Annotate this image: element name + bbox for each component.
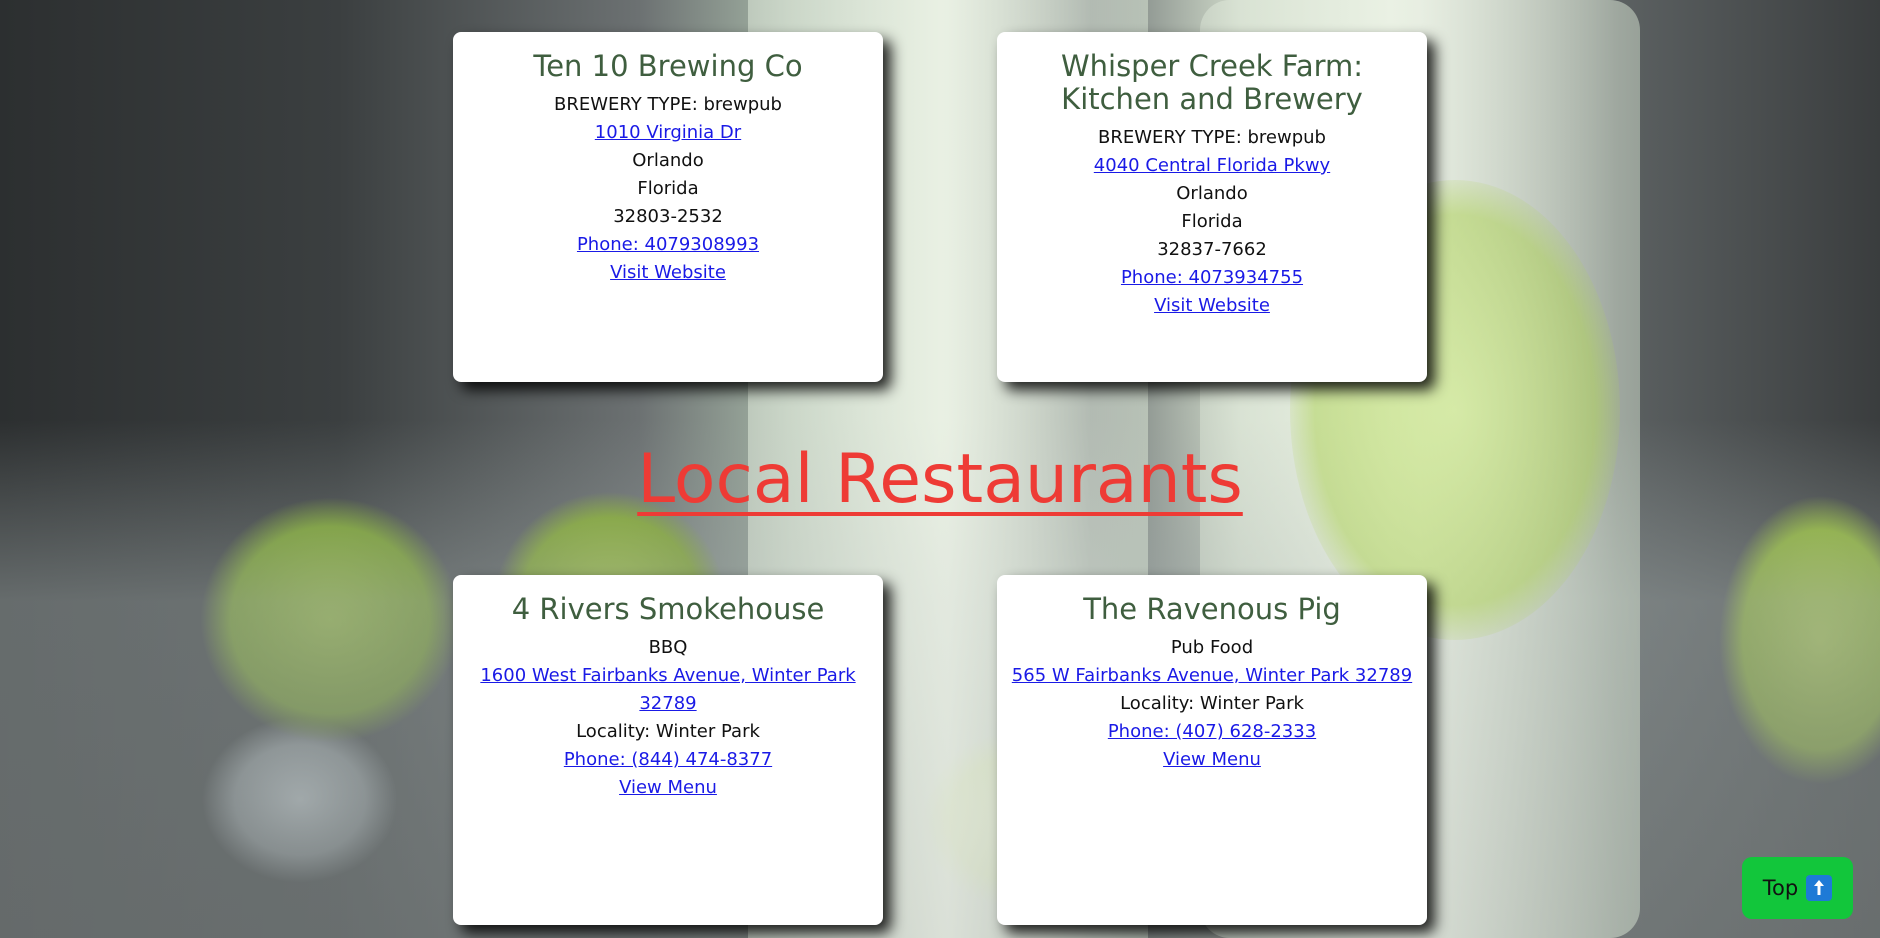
restaurant-address-link[interactable]: 565 W Fairbanks Avenue, Winter Park 3278… [997, 662, 1427, 690]
brewery-card: Whisper Creek Farm: Kitchen and Brewery … [997, 32, 1427, 382]
brewery-postal-code: 32803-2532 [613, 206, 723, 227]
brewery-street-link[interactable]: 1010 Virginia Dr [453, 119, 883, 147]
brewery-city: Orlando [1176, 183, 1248, 204]
restaurant-name: 4 Rivers Smokehouse [511, 592, 825, 626]
restaurant-locality: Locality: Winter Park [1120, 693, 1304, 714]
restaurant-card: The Ravenous Pig Pub Food 565 W Fairbank… [997, 575, 1427, 925]
restaurant-name: The Ravenous Pig [1083, 592, 1341, 626]
brewery-website-link[interactable]: Visit Website [997, 292, 1427, 320]
restaurant-phone-link[interactable]: Phone: (407) 628-2333 [997, 718, 1427, 746]
up-arrow-icon [1806, 875, 1833, 901]
restaurant-cuisine: Pub Food [1170, 637, 1254, 658]
scroll-to-top-button[interactable]: Top [1742, 857, 1853, 919]
brewery-name: Whisper Creek Farm: Kitchen and Brewery [1060, 49, 1364, 116]
brewery-state: Florida [1181, 211, 1243, 232]
brewery-website-link[interactable]: Visit Website [453, 259, 883, 287]
restaurant-menu-link[interactable]: View Menu [997, 746, 1427, 774]
top-button-label: Top [1762, 876, 1799, 900]
restaurant-card: 4 Rivers Smokehouse BBQ 1600 West Fairba… [453, 575, 883, 925]
restaurant-address-link[interactable]: 1600 West Fairbanks Avenue, Winter Park … [453, 662, 883, 718]
brewery-type: BREWERY TYPE: brewpub [1098, 127, 1326, 148]
brewery-state: Florida [637, 178, 699, 199]
brewery-city: Orlando [632, 150, 704, 171]
brewery-phone-link[interactable]: Phone: 4073934755 [997, 264, 1427, 292]
brewery-phone-link[interactable]: Phone: 4079308993 [453, 231, 883, 259]
brewery-name: Ten 10 Brewing Co [533, 49, 803, 83]
brewery-type: BREWERY TYPE: brewpub [554, 94, 782, 115]
restaurant-cuisine: BBQ [648, 637, 688, 658]
local-restaurants-heading: Local Restaurants [637, 440, 1243, 519]
brewery-card: Ten 10 Brewing Co BREWERY TYPE: brewpub … [453, 32, 883, 382]
restaurant-menu-link[interactable]: View Menu [453, 774, 883, 802]
restaurant-phone-link[interactable]: Phone: (844) 474-8377 [453, 746, 883, 774]
restaurant-locality: Locality: Winter Park [576, 721, 760, 742]
brewery-street-link[interactable]: 4040 Central Florida Pkwy [997, 152, 1427, 180]
brewery-postal-code: 32837-7662 [1157, 239, 1267, 260]
